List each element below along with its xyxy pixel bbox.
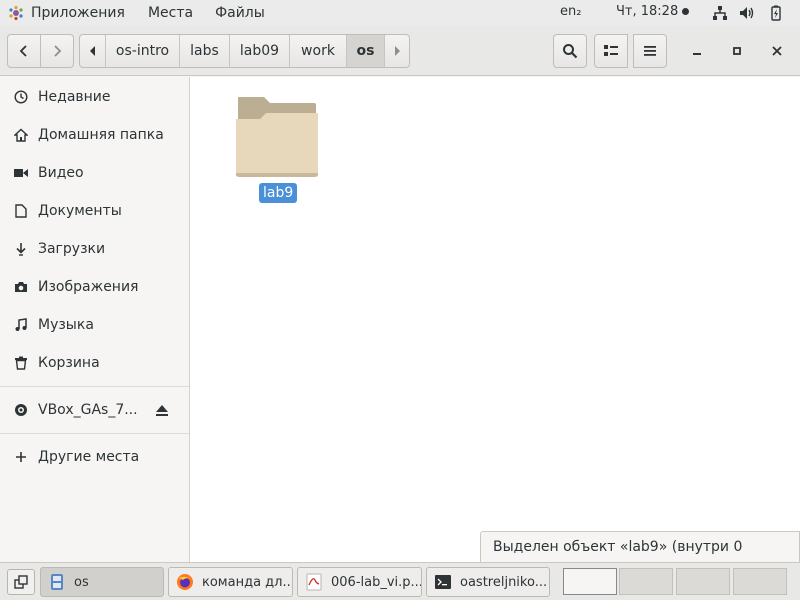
close-button[interactable]: [764, 38, 790, 64]
download-icon: [16, 243, 26, 256]
task-label: команда дл...: [202, 574, 293, 590]
chevron-right-icon: [54, 45, 62, 57]
workspace-4[interactable]: [733, 568, 787, 595]
applications-menu[interactable]: Приложения: [0, 5, 125, 21]
home-icon: [14, 128, 28, 142]
sidebar-item-music[interactable]: Музыка: [0, 306, 189, 344]
sidebar-item-label: Корзина: [38, 355, 100, 371]
path-segment-os[interactable]: os: [347, 35, 385, 67]
task-label: 006-lab_vi.p...: [331, 574, 422, 590]
workspace-3[interactable]: [676, 568, 730, 595]
view-mode-button[interactable]: [594, 34, 628, 68]
selection-status: Выделен объект «lab9» (внутри 0 объектов…: [480, 531, 800, 585]
keyboard-layout-indicator[interactable]: en₂: [560, 4, 581, 19]
show-desktop-button[interactable]: [7, 569, 35, 595]
path-segment-os-intro[interactable]: os-intro: [106, 35, 180, 67]
hamburger-icon: [644, 46, 656, 56]
pdf-icon: [306, 573, 322, 591]
path-segment-labs[interactable]: labs: [180, 35, 230, 67]
music-icon: [15, 318, 27, 331]
search-icon: [563, 44, 578, 59]
minimize-button[interactable]: [684, 38, 710, 64]
camera-icon: [15, 282, 27, 292]
sidebar-item-label: Музыка: [38, 317, 94, 333]
back-button[interactable]: [7, 34, 41, 68]
sidebar-item-pictures[interactable]: Изображения: [0, 268, 189, 306]
sidebar-item-downloads[interactable]: Загрузки: [0, 230, 189, 268]
battery-icon[interactable]: [768, 5, 784, 21]
sidebar-item-label: Документы: [38, 203, 122, 219]
path-segment-lab09[interactable]: lab09: [230, 35, 290, 67]
clock[interactable]: Чт, 18:28: [616, 4, 690, 19]
files-icon: [51, 574, 63, 590]
file-item-label: lab9: [259, 183, 298, 203]
triangle-right-icon: [395, 46, 400, 56]
sidebar-item-label: VBox_GAs_7...: [38, 402, 138, 418]
clock-label: Чт, 18:28: [616, 4, 679, 19]
task-pdf-viewer[interactable]: 006-lab_vi.p...: [297, 567, 422, 597]
task-files[interactable]: os: [40, 567, 164, 597]
task-terminal[interactable]: oastreljniko...: [426, 567, 550, 597]
sidebar-item-label: Другие места: [38, 449, 140, 465]
places-sidebar: Недавние Домашняя папка Видео Документы …: [0, 77, 190, 562]
sidebar-item-trash[interactable]: Корзина: [0, 344, 189, 382]
workspace-2[interactable]: [619, 568, 673, 595]
file-view[interactable]: lab9: [190, 77, 800, 562]
terminal-icon: [435, 575, 451, 589]
sidebar-item-label: Видео: [38, 165, 84, 181]
sidebar-item-recent[interactable]: Недавние: [0, 78, 189, 116]
sidebar-item-home[interactable]: Домашняя папка: [0, 116, 189, 154]
minimize-icon: [693, 53, 701, 55]
sidebar-item-videos[interactable]: Видео: [0, 154, 189, 192]
menu-button[interactable]: [633, 34, 667, 68]
trash-icon: [15, 356, 27, 370]
sidebar-item-other-locations[interactable]: Другие места: [0, 438, 189, 476]
gnome-foot-icon: [9, 5, 23, 21]
triangle-left-icon: [89, 46, 95, 56]
chevron-left-icon: [19, 45, 27, 57]
sidebar-item-label: Недавние: [38, 89, 111, 105]
list-view-icon: [604, 45, 618, 56]
task-label: os: [74, 574, 89, 590]
sidebar-item-label: Домашняя папка: [38, 127, 164, 143]
path-bar: os-intro labs lab09 work os: [79, 34, 410, 68]
applications-label: Приложения: [31, 5, 125, 21]
top-panel: Приложения Места Файлы en₂ Чт, 18:28: [0, 0, 800, 26]
network-icon[interactable]: [712, 5, 728, 21]
maximize-icon: [733, 47, 741, 55]
forward-button[interactable]: [40, 34, 74, 68]
notification-dot-icon: [682, 8, 690, 15]
files-menu[interactable]: Файлы: [204, 5, 276, 21]
sidebar-separator: [0, 433, 189, 434]
taskbar: os команда дл... 006-lab_vi.p... oastrel…: [0, 562, 800, 600]
document-icon: [15, 204, 27, 218]
plus-icon: [16, 452, 26, 462]
video-icon: [14, 169, 28, 177]
sidebar-separator: [0, 386, 189, 387]
header-bar: os-intro labs lab09 work os: [0, 26, 800, 76]
search-button[interactable]: [553, 34, 587, 68]
sidebar-item-label: Изображения: [38, 279, 139, 295]
disc-icon: [15, 404, 27, 416]
path-scroll-right-button[interactable]: [385, 35, 409, 67]
path-scroll-left-button[interactable]: [80, 35, 106, 67]
firefox-icon: [177, 574, 193, 590]
sidebar-item-label: Загрузки: [38, 241, 106, 257]
volume-icon[interactable]: [739, 5, 755, 21]
eject-icon[interactable]: [155, 403, 169, 417]
folder-icon: [236, 97, 318, 177]
sidebar-item-documents[interactable]: Документы: [0, 192, 189, 230]
task-label: oastreljniko...: [460, 574, 548, 590]
path-segment-work[interactable]: work: [290, 35, 347, 67]
places-menu[interactable]: Места: [137, 5, 204, 21]
show-desktop-icon: [14, 575, 28, 589]
workspace-1[interactable]: [563, 568, 617, 595]
maximize-button[interactable]: [724, 38, 750, 64]
task-firefox[interactable]: команда дл...: [168, 567, 293, 597]
close-icon: [772, 46, 782, 56]
clock-icon: [14, 90, 28, 104]
